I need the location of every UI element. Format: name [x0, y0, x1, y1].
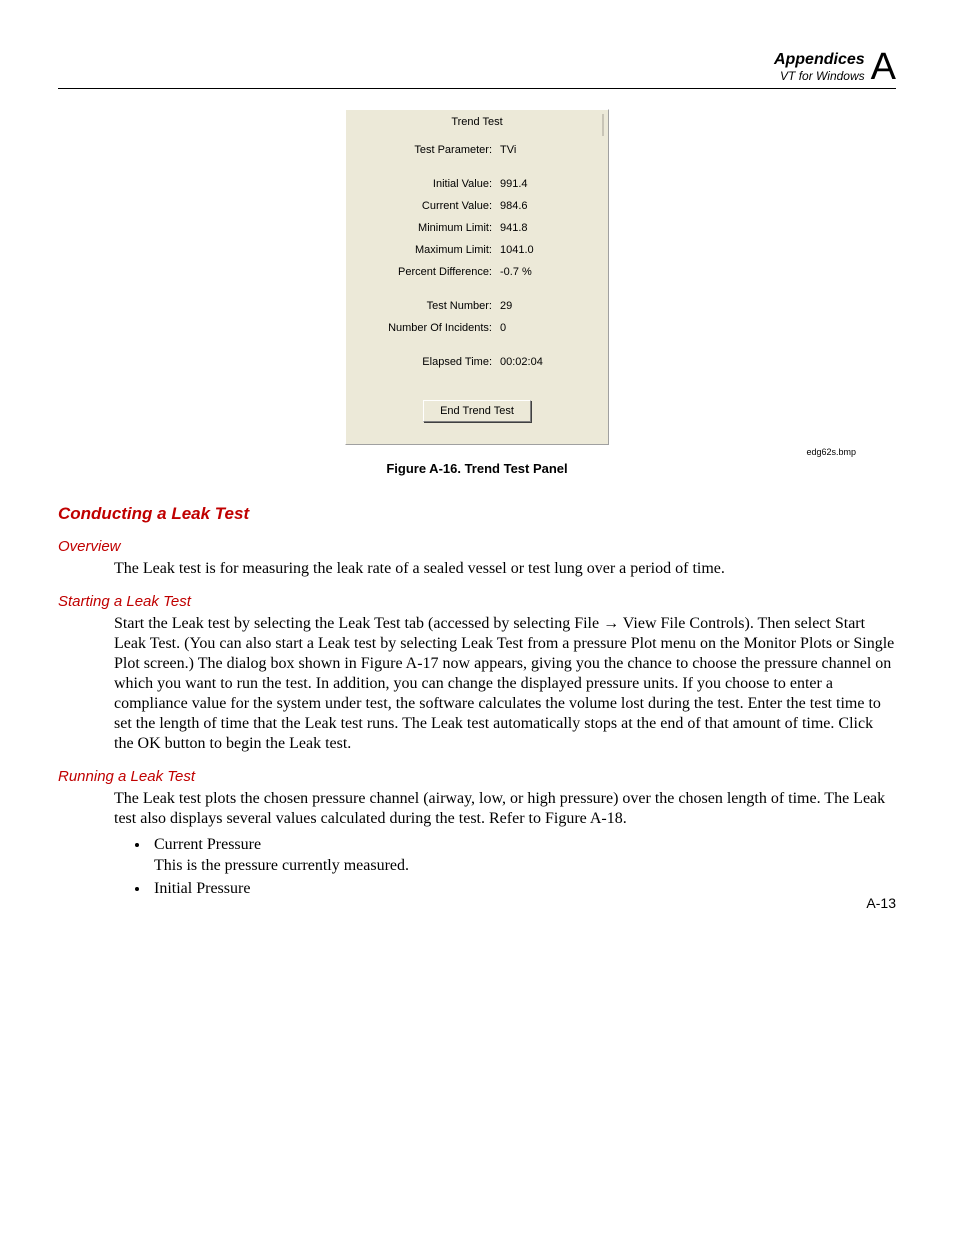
paragraph-starting: Start the Leak test by selecting the Lea… [58, 614, 896, 754]
list-item: Initial Pressure [150, 879, 896, 900]
heading-running-leak-test: Running a Leak Test [58, 768, 896, 785]
label-test-number: Test Number: [360, 300, 500, 312]
end-trend-test-button[interactable]: End Trend Test [423, 400, 531, 422]
value-minimum-limit: 941.8 [500, 222, 594, 234]
value-percent-difference: -0.7 % [500, 266, 594, 278]
row-current-value: Current Value: 984.6 [360, 200, 594, 212]
starting-text-b: View File Controls). Then select Start L… [114, 615, 894, 752]
label-number-of-incidents: Number Of Incidents: [360, 322, 500, 334]
label-current-value: Current Value: [360, 200, 500, 212]
heading-conducting-leak-test: Conducting a Leak Test [58, 504, 896, 524]
image-filename: edg62s.bmp [58, 447, 896, 457]
paragraph-overview: The Leak test is for measuring the leak … [58, 559, 896, 579]
value-initial-value: 991.4 [500, 178, 594, 190]
paragraph-running: The Leak test plots the chosen pressure … [58, 789, 896, 829]
value-current-value: 984.6 [500, 200, 594, 212]
list-item: Current Pressure This is the pressure cu… [150, 835, 896, 877]
row-test-parameter: Test Parameter: TVi [360, 144, 594, 156]
label-elapsed-time: Elapsed Time: [360, 356, 500, 368]
header-title: Appendices [774, 51, 865, 69]
bullet-current-pressure-desc: This is the pressure currently measured. [154, 857, 409, 874]
figure-caption: Figure A-16. Trend Test Panel [58, 461, 896, 476]
label-percent-difference: Percent Difference: [360, 266, 500, 278]
page-number: A-13 [866, 895, 896, 911]
label-maximum-limit: Maximum Limit: [360, 244, 500, 256]
appendix-letter: A [871, 50, 896, 84]
heading-starting-leak-test: Starting a Leak Test [58, 593, 896, 610]
running-bullet-list: Current Pressure This is the pressure cu… [58, 835, 896, 899]
row-percent-difference: Percent Difference: -0.7 % [360, 266, 594, 278]
row-maximum-limit: Maximum Limit: 1041.0 [360, 244, 594, 256]
value-test-number: 29 [500, 300, 594, 312]
label-test-parameter: Test Parameter: [360, 144, 500, 156]
row-minimum-limit: Minimum Limit: 941.8 [360, 222, 594, 234]
row-elapsed-time: Elapsed Time: 00:02:04 [360, 356, 594, 368]
value-test-parameter: TVi [500, 144, 594, 156]
arrow-icon: → [603, 615, 619, 632]
row-number-of-incidents: Number Of Incidents: 0 [360, 322, 594, 334]
bullet-initial-pressure: Initial Pressure [154, 880, 250, 897]
row-initial-value: Initial Value: 991.4 [360, 178, 594, 190]
label-initial-value: Initial Value: [360, 178, 500, 190]
panel-title: Trend Test [346, 110, 608, 138]
label-minimum-limit: Minimum Limit: [360, 222, 500, 234]
value-maximum-limit: 1041.0 [500, 244, 594, 256]
page-header: Appendices VT for Windows A [58, 50, 896, 89]
heading-overview: Overview [58, 538, 896, 555]
starting-text-a: Start the Leak test by selecting the Lea… [114, 615, 603, 632]
value-number-of-incidents: 0 [500, 322, 594, 334]
trend-test-panel: Trend Test Test Parameter: TVi Initial V… [345, 109, 609, 445]
bullet-current-pressure: Current Pressure [154, 836, 261, 853]
row-test-number: Test Number: 29 [360, 300, 594, 312]
header-subtitle: VT for Windows [774, 69, 865, 83]
value-elapsed-time: 00:02:04 [500, 356, 594, 368]
